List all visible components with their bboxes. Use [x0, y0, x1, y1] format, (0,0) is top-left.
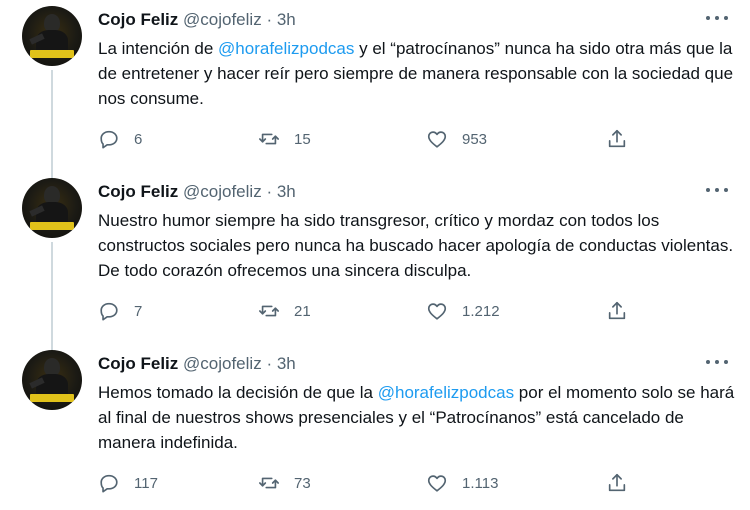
tweet[interactable]: Cojo Feliz @cojofeliz · 3h La intención …	[0, 0, 750, 172]
author-handle[interactable]: @cojofeliz	[183, 354, 262, 373]
like-count: 953	[462, 130, 488, 148]
share-icon	[608, 301, 626, 320]
more-icon[interactable]	[706, 184, 728, 196]
author-name[interactable]: Cojo Feliz	[98, 182, 178, 201]
author-name[interactable]: Cojo Feliz	[98, 354, 178, 373]
avatar-logo	[30, 394, 74, 402]
author-name[interactable]: Cojo Feliz	[98, 10, 178, 29]
separator-dot: ·	[266, 354, 273, 373]
retweet-count: 15	[294, 130, 311, 148]
like-button[interactable]: 1.212	[426, 296, 500, 326]
reply-button[interactable]: 6	[98, 124, 142, 154]
author-handle[interactable]: @cojofeliz	[183, 182, 262, 201]
tweet-text-part: Nuestro humor siempre ha sido transgreso…	[98, 211, 734, 280]
retweet-button[interactable]: 21	[258, 296, 311, 326]
heart-icon	[427, 475, 447, 492]
avatar[interactable]	[22, 350, 82, 410]
share-icon	[608, 473, 626, 492]
like-button[interactable]: 953	[426, 124, 487, 154]
tweet-header: Cojo Feliz @cojofeliz · 3h	[98, 9, 750, 31]
timestamp[interactable]: 3h	[277, 354, 296, 373]
tweet-text: Nuestro humor siempre ha sido transgreso…	[98, 208, 738, 283]
reply-count: 6	[134, 130, 143, 148]
like-button[interactable]: 1.113	[426, 468, 498, 498]
tweet-thread: Cojo Feliz @cojofeliz · 3h La intención …	[0, 0, 750, 510]
reply-button[interactable]: 7	[98, 296, 142, 326]
avatar-logo	[30, 50, 74, 58]
retweet-count: 21	[294, 302, 311, 320]
tweet-text-part: Hemos tomado la decisión de que la	[98, 383, 378, 402]
more-icon[interactable]	[706, 356, 728, 368]
tweet-header: Cojo Feliz @cojofeliz · 3h	[98, 181, 750, 203]
avatar-logo	[30, 222, 74, 230]
heart-icon	[427, 131, 447, 148]
reply-icon	[100, 302, 118, 321]
retweet-button[interactable]: 73	[258, 468, 311, 498]
like-count: 1.212	[462, 302, 500, 320]
avatar[interactable]	[22, 178, 82, 238]
reply-icon	[100, 130, 118, 149]
retweet-icon	[259, 305, 279, 317]
separator-dot: ·	[266, 182, 273, 201]
like-count: 1.113	[462, 474, 499, 492]
share-button[interactable]	[606, 296, 628, 326]
share-button[interactable]	[606, 124, 628, 154]
retweet-icon	[259, 477, 279, 489]
retweet-count: 73	[294, 474, 311, 492]
reply-icon	[100, 474, 118, 493]
retweet-icon	[259, 133, 279, 145]
tweet[interactable]: Cojo Feliz @cojofeliz · 3h Nuestro humor…	[0, 172, 750, 344]
tweet-text: Hemos tomado la decisión de que la @hora…	[98, 380, 738, 455]
separator-dot: ·	[266, 10, 273, 29]
reply-button[interactable]: 117	[98, 468, 158, 498]
timestamp[interactable]: 3h	[277, 10, 296, 29]
tweet-header: Cojo Feliz @cojofeliz · 3h	[98, 353, 750, 375]
retweet-button[interactable]: 15	[258, 124, 311, 154]
timestamp[interactable]: 3h	[277, 182, 296, 201]
author-handle[interactable]: @cojofeliz	[183, 10, 262, 29]
tweet[interactable]: Cojo Feliz @cojofeliz · 3h Hemos tomado …	[0, 344, 750, 510]
share-icon	[608, 129, 626, 148]
tweet-actions: 7 21 1.212	[98, 296, 638, 326]
tweet-actions: 117 73 1.113	[98, 468, 638, 498]
heart-icon	[427, 303, 447, 320]
tweet-text: La intención de @horafelizpodcas y el “p…	[98, 36, 738, 111]
tweet-actions: 6 15 953	[98, 124, 638, 154]
mention-link[interactable]: @horafelizpodcas	[378, 383, 514, 402]
mention-link[interactable]: @horafelizpodcas	[218, 39, 354, 58]
reply-count: 7	[134, 302, 143, 320]
reply-count: 117	[134, 474, 158, 492]
avatar[interactable]	[22, 6, 82, 66]
more-icon[interactable]	[706, 12, 728, 24]
tweet-text-part: La intención de	[98, 39, 219, 58]
share-button[interactable]	[606, 468, 628, 498]
